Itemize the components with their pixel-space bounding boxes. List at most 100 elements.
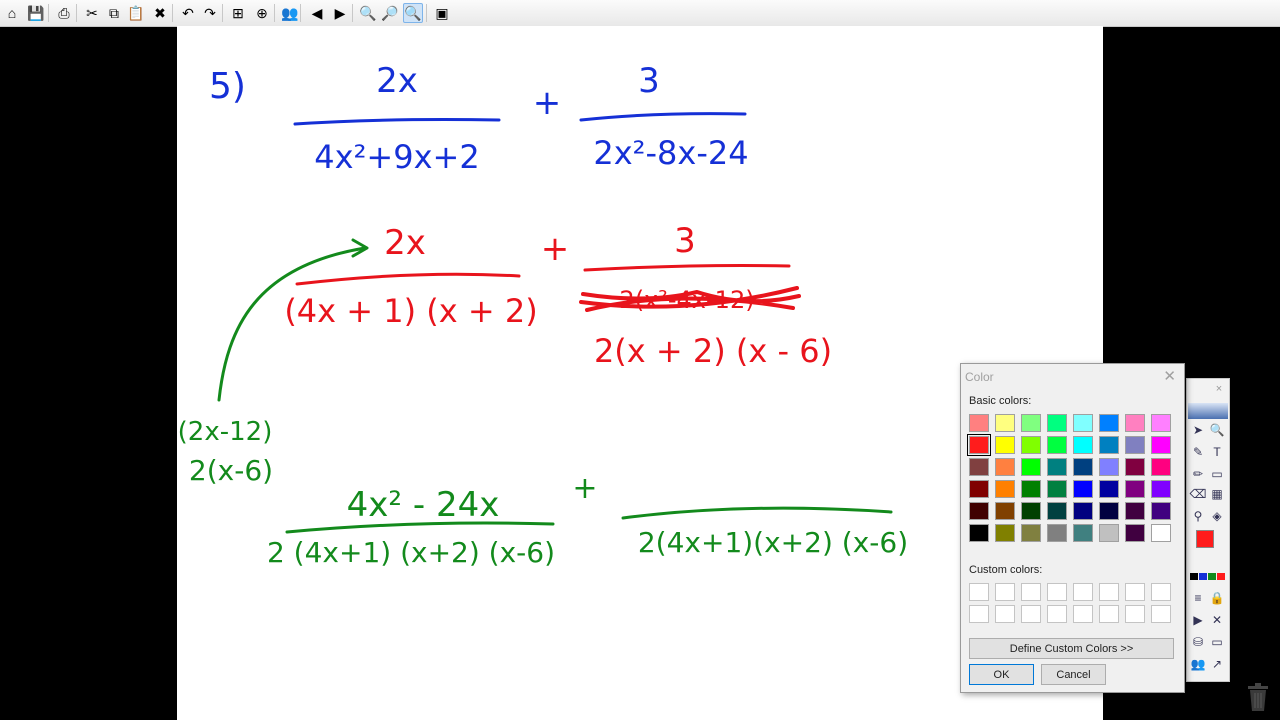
basic-color-swatch[interactable]	[1125, 502, 1145, 520]
basic-color-swatch[interactable]	[1021, 414, 1041, 432]
export-icon[interactable]: ↗	[1208, 655, 1226, 673]
eyedropper-icon[interactable]: ⚲	[1189, 507, 1207, 525]
basic-color-swatch[interactable]	[1047, 524, 1067, 542]
basic-color-swatch[interactable]	[1099, 414, 1119, 432]
basic-color-swatch[interactable]	[995, 436, 1015, 454]
basic-color-swatch[interactable]	[1099, 436, 1119, 454]
basic-color-swatch[interactable]	[1099, 524, 1119, 542]
duplicate-page-icon[interactable]: ⊕	[252, 3, 272, 23]
basic-color-swatch[interactable]	[969, 524, 989, 542]
basic-color-swatch[interactable]	[1047, 458, 1067, 476]
basic-color-swatch[interactable]	[969, 414, 989, 432]
basic-color-swatch[interactable]	[995, 524, 1015, 542]
basic-color-swatch[interactable]	[969, 458, 989, 476]
basic-color-swatch[interactable]	[1047, 414, 1067, 432]
pen-tool-icon[interactable]: ✎	[1189, 443, 1207, 461]
basic-color-swatch[interactable]	[1073, 458, 1093, 476]
custom-color-swatch[interactable]	[1021, 605, 1041, 623]
basic-color-swatch[interactable]	[1151, 436, 1171, 454]
screen-icon[interactable]: ▣	[432, 3, 452, 23]
custom-color-swatch[interactable]	[1099, 605, 1119, 623]
custom-color-swatch[interactable]	[1047, 605, 1067, 623]
basic-color-swatch[interactable]	[1047, 480, 1067, 498]
shape-tool-icon[interactable]: ▭	[1208, 465, 1226, 483]
mini-color-swatch[interactable]	[1190, 573, 1198, 580]
basic-color-swatch[interactable]	[995, 502, 1015, 520]
basic-color-swatch[interactable]	[1151, 502, 1171, 520]
cut-icon[interactable]: ✂	[82, 3, 102, 23]
basic-color-swatch[interactable]	[1099, 458, 1119, 476]
database-icon[interactable]: ⛁	[1189, 633, 1207, 651]
basic-color-swatch[interactable]	[1073, 502, 1093, 520]
basic-color-swatch[interactable]	[1125, 524, 1145, 542]
basic-color-swatch[interactable]	[969, 480, 989, 498]
basic-color-swatch[interactable]	[1151, 414, 1171, 432]
custom-color-swatch[interactable]	[1047, 583, 1067, 601]
image-tool-icon[interactable]: ▦	[1208, 485, 1226, 503]
basic-color-swatch[interactable]	[1021, 502, 1041, 520]
basic-color-swatch[interactable]	[1125, 414, 1145, 432]
media-icon[interactable]: ▶	[1189, 611, 1207, 629]
custom-color-swatch[interactable]	[1073, 583, 1093, 601]
paste-icon[interactable]: 📋	[126, 3, 146, 23]
people-icon[interactable]: 👥	[1189, 655, 1207, 673]
line-style-icon[interactable]: ≡	[1189, 589, 1207, 607]
basic-color-swatch[interactable]	[1073, 524, 1093, 542]
delete-icon[interactable]: ✖	[150, 3, 170, 23]
custom-color-swatch[interactable]	[1151, 605, 1171, 623]
basic-color-swatch[interactable]	[1125, 458, 1145, 476]
basic-color-swatch[interactable]	[1047, 502, 1067, 520]
basic-color-swatch[interactable]	[995, 480, 1015, 498]
zoom-fit-icon[interactable]: 🔍	[403, 3, 423, 23]
text-tool-icon[interactable]: T	[1208, 443, 1226, 461]
basic-color-swatch[interactable]	[1021, 480, 1041, 498]
basic-color-swatch[interactable]	[967, 434, 991, 456]
basic-color-swatch[interactable]	[969, 502, 989, 520]
display-icon[interactable]: ▭	[1208, 633, 1226, 651]
basic-color-swatch[interactable]	[1151, 480, 1171, 498]
basic-color-swatch[interactable]	[1125, 480, 1145, 498]
basic-color-swatch[interactable]	[1047, 436, 1067, 454]
mini-color-swatch[interactable]	[1217, 573, 1225, 580]
zoom-tool-icon[interactable]: 🔍	[1208, 421, 1226, 439]
custom-color-swatch[interactable]	[995, 605, 1015, 623]
basic-color-swatch[interactable]	[1021, 524, 1041, 542]
side-toolbar-close-icon[interactable]: ×	[1211, 381, 1227, 397]
zoom-out-icon[interactable]: 🔎	[380, 3, 400, 23]
basic-color-swatch[interactable]	[1099, 480, 1119, 498]
custom-color-swatch[interactable]	[1125, 605, 1145, 623]
dialog-close-icon[interactable]: ✕	[1163, 367, 1176, 385]
basic-color-swatch[interactable]	[1073, 480, 1093, 498]
mini-color-swatch[interactable]	[1208, 573, 1216, 580]
custom-color-swatch[interactable]	[1073, 605, 1093, 623]
basic-color-swatch[interactable]	[1021, 458, 1041, 476]
ok-button[interactable]: OK	[969, 664, 1034, 685]
trash-icon[interactable]	[1246, 683, 1270, 711]
define-custom-colors-button[interactable]: Define Custom Colors >>	[969, 638, 1174, 659]
basic-color-swatch[interactable]	[1021, 436, 1041, 454]
current-color-swatch[interactable]	[1196, 530, 1214, 548]
custom-color-swatch[interactable]	[1125, 583, 1145, 601]
basic-color-swatch[interactable]	[1151, 458, 1171, 476]
basic-color-swatch[interactable]	[995, 458, 1015, 476]
basic-color-swatch[interactable]	[1073, 414, 1093, 432]
basic-color-swatch[interactable]	[1099, 502, 1119, 520]
custom-color-swatch[interactable]	[969, 583, 989, 601]
tools-icon[interactable]: ✕	[1208, 611, 1226, 629]
previous-page-icon[interactable]: ◀	[307, 3, 327, 23]
users-icon[interactable]: 👥	[280, 3, 300, 23]
redo-icon[interactable]: ↷	[200, 3, 220, 23]
custom-color-swatch[interactable]	[1099, 583, 1119, 601]
custom-color-swatch[interactable]	[995, 583, 1015, 601]
undo-icon[interactable]: ↶	[178, 3, 198, 23]
eraser-icon[interactable]: ⌫	[1189, 485, 1207, 503]
print-icon[interactable]: ⎙	[54, 3, 74, 23]
basic-color-swatch[interactable]	[1151, 524, 1171, 542]
next-page-icon[interactable]: ▶	[330, 3, 350, 23]
add-page-icon[interactable]: ⊞	[228, 3, 248, 23]
cancel-button[interactable]: Cancel	[1041, 664, 1106, 685]
save-icon[interactable]: 💾	[26, 3, 46, 23]
basic-color-swatch[interactable]	[995, 414, 1015, 432]
custom-color-swatch[interactable]	[969, 605, 989, 623]
select-arrow-icon[interactable]: ➤	[1189, 421, 1207, 439]
